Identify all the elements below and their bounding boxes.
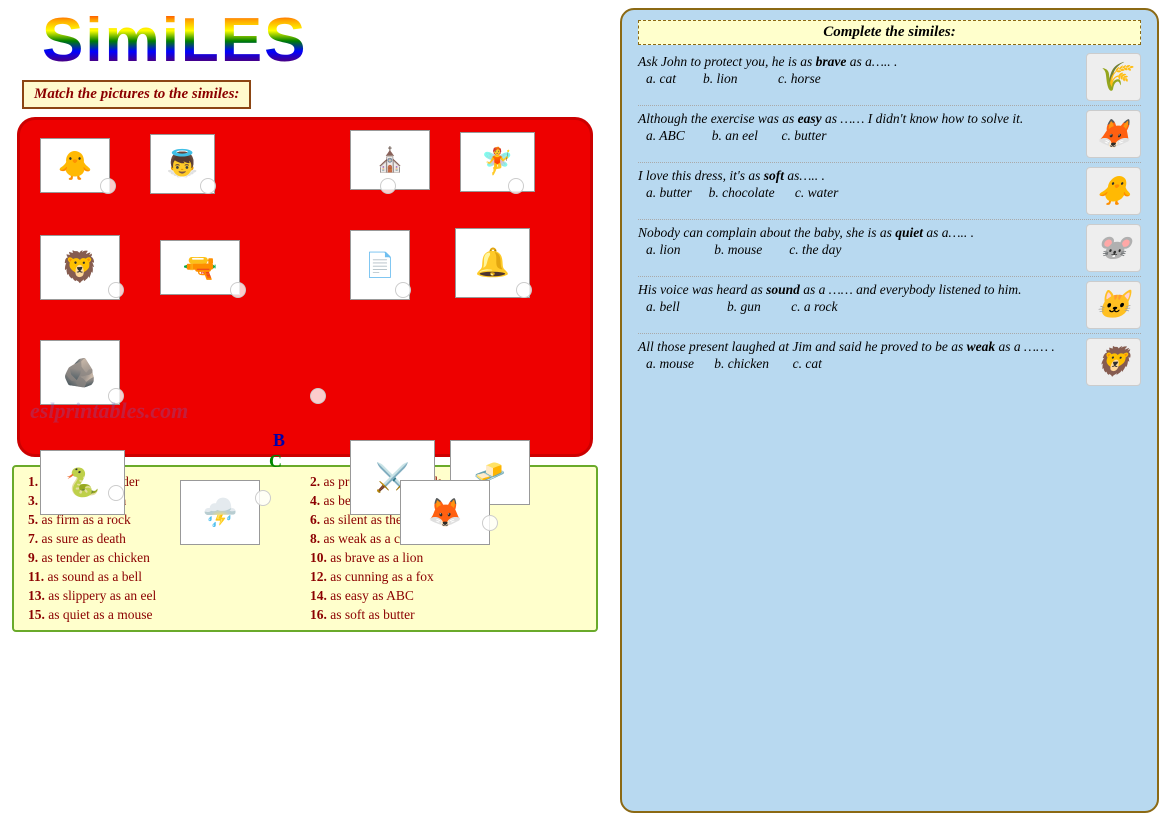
img-fox: 🦊: [400, 480, 490, 545]
quiz-image-6: 🦁: [1086, 338, 1141, 386]
dot: [310, 388, 326, 404]
dot: [230, 282, 246, 298]
quiz-options-4: a. lion b. mouse c. the day: [646, 242, 1086, 258]
list-item: 14. as easy as ABC: [310, 587, 582, 605]
quiz-question-2: Although the exercise was as easy as …… …: [638, 110, 1086, 128]
dot: [108, 485, 124, 501]
quiz-section-1: Ask John to protect you, he is as brave …: [638, 53, 1141, 106]
dot: [255, 490, 271, 506]
img-gun: 🔫: [160, 240, 240, 295]
quiz-options-3: a. butter b. chocolate c. water: [646, 185, 1086, 201]
list-item: 9. as tender as chicken: [28, 549, 300, 567]
quiz-question-4: Nobody can complain about the baby, she …: [638, 224, 1086, 242]
list-item: 11. as sound as a bell: [28, 568, 300, 586]
match-instruction: Match the pictures to the similes:: [22, 80, 251, 109]
quiz-options-1: a. cat b. lion c. horse: [646, 71, 1086, 87]
dot: [108, 388, 124, 404]
quiz-image-5: 🐱: [1086, 281, 1141, 329]
quiz-options-2: a. ABC b. an eel c. butter: [646, 128, 1086, 144]
list-item: 16. as soft as butter: [310, 606, 582, 624]
quiz-card: Complete the similes: Ask John to protec…: [620, 8, 1159, 813]
quiz-image-1: 🌾: [1086, 53, 1141, 101]
list-item: 10. as brave as a lion: [310, 549, 582, 567]
list-item: 13. as slippery as an eel: [28, 587, 300, 605]
dot: [100, 178, 116, 194]
quiz-image-3: 🐥: [1086, 167, 1141, 215]
left-panel: SimiLES Match the pictures to the simile…: [0, 0, 610, 821]
list-item: 12. as cunning as a fox: [310, 568, 582, 586]
quiz-section-6: All those present laughed at Jim and sai…: [638, 338, 1141, 390]
quiz-section-4: Nobody can complain about the baby, she …: [638, 224, 1141, 277]
dot: [516, 282, 532, 298]
quiz-title: Complete the similes:: [638, 20, 1141, 45]
dot: [108, 282, 124, 298]
dot: [508, 178, 524, 194]
quiz-question-1: Ask John to protect you, he is as brave …: [638, 53, 1086, 71]
abc-marker: AB C: [260, 430, 285, 472]
quiz-section-2: Although the exercise was as easy as …… …: [638, 110, 1141, 163]
img-fairy: 🧚: [460, 132, 535, 192]
quiz-section-5: His voice was heard as sound as a …… and…: [638, 281, 1141, 334]
dot: [200, 178, 216, 194]
dot: [482, 515, 498, 531]
dot: [395, 282, 411, 298]
right-panel: Complete the similes: Ask John to protec…: [610, 0, 1169, 821]
quiz-question-3: I love this dress, it's as soft as….. .: [638, 167, 1086, 185]
img-snake: 🐍: [40, 450, 125, 515]
quiz-options-6: a. mouse b. chicken c. cat: [646, 356, 1086, 372]
quiz-question-6: All those present laughed at Jim and sai…: [638, 338, 1086, 356]
quiz-image-4: 🐭: [1086, 224, 1141, 272]
game-area: 🐥 👼 ⛪ 🧚 🦁 🔫 📄 🔔 🪨 ⚔️ 🧈 🐍 ⛈️ 🦊 AB C: [17, 117, 593, 457]
quiz-options-5: a. bell b. gun c. a rock: [646, 299, 1086, 315]
quiz-section-3: I love this dress, it's as soft as….. . …: [638, 167, 1141, 220]
dot: [380, 178, 396, 194]
quiz-image-2: 🦊: [1086, 110, 1141, 158]
img-storm: ⛈️: [180, 480, 260, 545]
page-title: SimiLES: [12, 10, 598, 72]
list-item: 15. as quiet as a mouse: [28, 606, 300, 624]
quiz-question-5: His voice was heard as sound as a …… and…: [638, 281, 1086, 299]
